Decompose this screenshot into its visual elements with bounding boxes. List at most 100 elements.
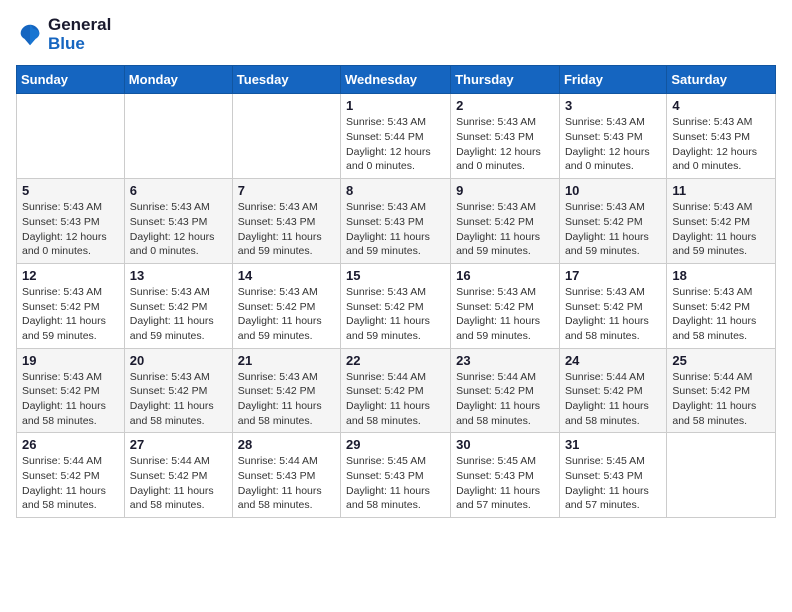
day-number: 31 xyxy=(565,437,661,452)
day-number: 8 xyxy=(346,183,445,198)
day-number: 2 xyxy=(456,98,554,113)
day-cell: 8 Sunrise: 5:43 AMSunset: 5:43 PMDaylight… xyxy=(341,179,451,264)
day-cell: 7Sunrise: 5:43 AMSunset: 5:43 PMDaylight… xyxy=(232,179,340,264)
weekday-monday: Monday xyxy=(124,66,232,94)
calendar-body: 1 Sunrise: 5:43 AMSunset: 5:44 PMDaylight… xyxy=(17,94,776,518)
day-number: 17 xyxy=(565,268,661,283)
week-row-1: 5 Sunrise: 5:43 AMSunset: 5:43 PMDaylight… xyxy=(17,179,776,264)
day-number: 26 xyxy=(22,437,119,452)
day-cell: 30 Sunrise: 5:45 AMSunset: 5:43 PMDayligh… xyxy=(451,433,560,518)
day-info: Sunrise: 5:43 AMSunset: 5:42 PMDaylight:… xyxy=(565,200,661,259)
day-cell: 28Sunrise: 5:44 AMSunset: 5:43 PMDayligh… xyxy=(232,433,340,518)
day-cell: 18 Sunrise: 5:43 AMSunset: 5:42 PMDayligh… xyxy=(667,263,776,348)
day-number: 29 xyxy=(346,437,445,452)
day-cell: 15 Sunrise: 5:43 AMSunset: 5:42 PMDayligh… xyxy=(341,263,451,348)
day-info: Sunrise: 5:43 AMSunset: 5:42 PMDaylight:… xyxy=(672,200,770,259)
day-cell xyxy=(124,94,232,179)
day-info: Sunrise: 5:45 AMSunset: 5:43 PMDaylight:… xyxy=(565,454,661,513)
weekday-header-row: SundayMondayTuesdayWednesdayThursdayFrid… xyxy=(17,66,776,94)
day-info: Sunrise: 5:43 AMSunset: 5:44 PMDaylight:… xyxy=(346,115,445,174)
day-info: Sunrise: 5:43 AMSunset: 5:43 PMDaylight:… xyxy=(346,200,445,259)
day-info: Sunrise: 5:43 AMSunset: 5:42 PMDaylight:… xyxy=(130,285,227,344)
day-cell xyxy=(667,433,776,518)
day-cell: 3Sunrise: 5:43 AMSunset: 5:43 PMDaylight… xyxy=(559,94,666,179)
day-info: Sunrise: 5:44 AMSunset: 5:42 PMDaylight:… xyxy=(22,454,119,513)
day-cell xyxy=(17,94,125,179)
day-info: Sunrise: 5:45 AMSunset: 5:43 PMDaylight:… xyxy=(346,454,445,513)
day-info: Sunrise: 5:44 AMSunset: 5:42 PMDaylight:… xyxy=(565,370,661,429)
day-cell: 6 Sunrise: 5:43 AMSunset: 5:43 PMDaylight… xyxy=(124,179,232,264)
day-cell: 25Sunrise: 5:44 AMSunset: 5:42 PMDayligh… xyxy=(667,348,776,433)
day-info: Sunrise: 5:44 AMSunset: 5:42 PMDaylight:… xyxy=(672,370,770,429)
day-cell: 22 Sunrise: 5:44 AMSunset: 5:42 PMDayligh… xyxy=(341,348,451,433)
day-cell: 14 Sunrise: 5:43 AMSunset: 5:42 PMDayligh… xyxy=(232,263,340,348)
day-number: 20 xyxy=(130,353,227,368)
day-info: Sunrise: 5:43 AMSunset: 5:42 PMDaylight:… xyxy=(346,285,445,344)
day-cell: 23Sunrise: 5:44 AMSunset: 5:42 PMDayligh… xyxy=(451,348,560,433)
day-info: Sunrise: 5:43 AMSunset: 5:42 PMDaylight:… xyxy=(456,200,554,259)
day-number: 10 xyxy=(565,183,661,198)
weekday-friday: Friday xyxy=(559,66,666,94)
day-info: Sunrise: 5:44 AMSunset: 5:42 PMDaylight:… xyxy=(346,370,445,429)
day-cell: 27 Sunrise: 5:44 AMSunset: 5:42 PMDayligh… xyxy=(124,433,232,518)
day-number: 1 xyxy=(346,98,445,113)
day-number: 3 xyxy=(565,98,661,113)
weekday-wednesday: Wednesday xyxy=(341,66,451,94)
day-cell: 9 Sunrise: 5:43 AMSunset: 5:42 PMDaylight… xyxy=(451,179,560,264)
day-info: Sunrise: 5:43 AMSunset: 5:42 PMDaylight:… xyxy=(565,285,661,344)
week-row-3: 19 Sunrise: 5:43 AMSunset: 5:42 PMDayligh… xyxy=(17,348,776,433)
day-number: 21 xyxy=(238,353,335,368)
day-cell: 16Sunrise: 5:43 AMSunset: 5:42 PMDayligh… xyxy=(451,263,560,348)
day-number: 19 xyxy=(22,353,119,368)
logo: General Blue xyxy=(16,16,111,53)
day-cell: 10 Sunrise: 5:43 AMSunset: 5:42 PMDayligh… xyxy=(559,179,666,264)
day-cell: 11 Sunrise: 5:43 AMSunset: 5:42 PMDayligh… xyxy=(667,179,776,264)
day-cell: 17 Sunrise: 5:43 AMSunset: 5:42 PMDayligh… xyxy=(559,263,666,348)
day-info: Sunrise: 5:43 AMSunset: 5:43 PMDaylight:… xyxy=(456,115,554,174)
day-number: 13 xyxy=(130,268,227,283)
day-info: Sunrise: 5:44 AMSunset: 5:42 PMDaylight:… xyxy=(456,370,554,429)
day-info: Sunrise: 5:44 AMSunset: 5:42 PMDaylight:… xyxy=(130,454,227,513)
day-cell xyxy=(232,94,340,179)
day-number: 5 xyxy=(22,183,119,198)
day-number: 14 xyxy=(238,268,335,283)
day-number: 9 xyxy=(456,183,554,198)
day-cell: 1 Sunrise: 5:43 AMSunset: 5:44 PMDaylight… xyxy=(341,94,451,179)
day-info: Sunrise: 5:43 AMSunset: 5:42 PMDaylight:… xyxy=(238,285,335,344)
day-number: 22 xyxy=(346,353,445,368)
day-number: 12 xyxy=(22,268,119,283)
day-number: 11 xyxy=(672,183,770,198)
weekday-tuesday: Tuesday xyxy=(232,66,340,94)
day-info: Sunrise: 5:43 AMSunset: 5:42 PMDaylight:… xyxy=(22,285,119,344)
day-number: 6 xyxy=(130,183,227,198)
day-number: 27 xyxy=(130,437,227,452)
week-row-2: 12 Sunrise: 5:43 AMSunset: 5:42 PMDayligh… xyxy=(17,263,776,348)
week-row-4: 26 Sunrise: 5:44 AMSunset: 5:42 PMDayligh… xyxy=(17,433,776,518)
day-cell: 13 Sunrise: 5:43 AMSunset: 5:42 PMDayligh… xyxy=(124,263,232,348)
day-number: 28 xyxy=(238,437,335,452)
weekday-sunday: Sunday xyxy=(17,66,125,94)
calendar-table: SundayMondayTuesdayWednesdayThursdayFrid… xyxy=(16,65,776,518)
day-number: 18 xyxy=(672,268,770,283)
weekday-thursday: Thursday xyxy=(451,66,560,94)
day-cell: 12 Sunrise: 5:43 AMSunset: 5:42 PMDayligh… xyxy=(17,263,125,348)
day-cell: 26 Sunrise: 5:44 AMSunset: 5:42 PMDayligh… xyxy=(17,433,125,518)
logo-text: General Blue xyxy=(48,16,111,53)
day-cell: 21 Sunrise: 5:43 AMSunset: 5:42 PMDayligh… xyxy=(232,348,340,433)
page-header: General Blue xyxy=(16,16,776,53)
day-cell: 20Sunrise: 5:43 AMSunset: 5:42 PMDayligh… xyxy=(124,348,232,433)
day-number: 15 xyxy=(346,268,445,283)
day-number: 30 xyxy=(456,437,554,452)
day-cell: 5 Sunrise: 5:43 AMSunset: 5:43 PMDaylight… xyxy=(17,179,125,264)
day-cell: 4Sunrise: 5:43 AMSunset: 5:43 PMDaylight… xyxy=(667,94,776,179)
day-cell: 19Sunrise: 5:43 AMSunset: 5:42 PMDayligh… xyxy=(17,348,125,433)
day-info: Sunrise: 5:45 AMSunset: 5:43 PMDaylight:… xyxy=(456,454,554,513)
week-row-0: 1 Sunrise: 5:43 AMSunset: 5:44 PMDaylight… xyxy=(17,94,776,179)
day-info: Sunrise: 5:43 AMSunset: 5:42 PMDaylight:… xyxy=(238,370,335,429)
day-info: Sunrise: 5:43 AMSunset: 5:42 PMDaylight:… xyxy=(672,285,770,344)
weekday-saturday: Saturday xyxy=(667,66,776,94)
day-info: Sunrise: 5:43 AMSunset: 5:43 PMDaylight:… xyxy=(22,200,119,259)
day-info: Sunrise: 5:43 AMSunset: 5:43 PMDaylight:… xyxy=(130,200,227,259)
day-info: Sunrise: 5:43 AMSunset: 5:43 PMDaylight:… xyxy=(672,115,770,174)
day-cell: 29 Sunrise: 5:45 AMSunset: 5:43 PMDayligh… xyxy=(341,433,451,518)
